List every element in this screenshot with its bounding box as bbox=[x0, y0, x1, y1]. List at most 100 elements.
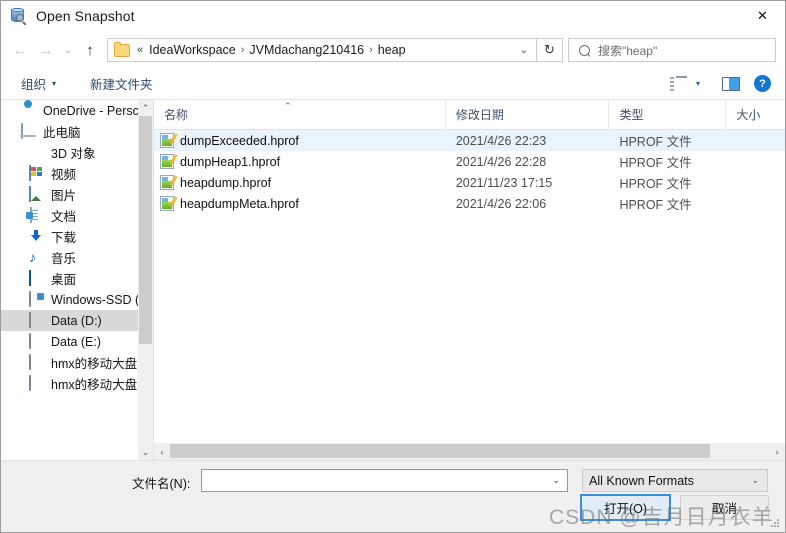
file-name-cell: heapdump.hprof bbox=[154, 172, 446, 193]
sidebar-item-label: 桌面 bbox=[51, 269, 76, 288]
system-drive-icon bbox=[29, 292, 45, 308]
sidebar-item[interactable]: ♪音乐 bbox=[1, 247, 153, 268]
sidebar-item[interactable]: Windows-SSD ( bbox=[1, 289, 153, 310]
file-type-cell: HPROF 文件 bbox=[609, 151, 726, 172]
up-button[interactable]: ↑ bbox=[77, 38, 103, 62]
sidebar-item-label: 3D 对象 bbox=[51, 143, 95, 162]
chevron-down-icon[interactable]: ⌄ bbox=[520, 45, 528, 56]
dialog-body: OneDrive - Persc此电脑 3D 对象视频图片文档下载♪音乐桌面Win… bbox=[1, 100, 785, 460]
file-list-area: 名称 ⌃ 修改日期 类型 大小 dumpExceeded.hprof2021/4… bbox=[153, 100, 785, 460]
drive-icon bbox=[29, 376, 45, 392]
music-icon: ♪ bbox=[29, 250, 45, 266]
sidebar-scrollbar[interactable]: ⌃ ⌄ bbox=[138, 100, 153, 460]
video-icon bbox=[29, 166, 45, 182]
chevron-right-icon: › bbox=[241, 44, 245, 56]
scroll-up-icon[interactable]: ⌃ bbox=[142, 100, 150, 116]
navigation-pane: OneDrive - Persc此电脑 3D 对象视频图片文档下载♪音乐桌面Win… bbox=[1, 100, 153, 460]
scrollbar-thumb[interactable] bbox=[170, 444, 710, 458]
breadcrumb-item-heap[interactable]: heap bbox=[378, 43, 406, 57]
column-header-date[interactable]: 修改日期 bbox=[446, 100, 610, 129]
column-header-name[interactable]: 名称 ⌃ bbox=[154, 100, 446, 129]
table-row[interactable]: dumpExceeded.hprof2021/4/26 22:23HPROF 文… bbox=[154, 130, 785, 151]
sidebar-item-label: 文档 bbox=[51, 206, 76, 225]
sidebar-item-label: 此电脑 bbox=[43, 122, 81, 141]
file-name-cell: heapdumpMeta.hprof bbox=[154, 193, 446, 214]
organize-label: 组织 bbox=[21, 74, 46, 93]
file-size-cell bbox=[726, 172, 785, 193]
picture-icon bbox=[29, 187, 45, 203]
chevron-down-icon: ⌄ bbox=[751, 475, 767, 486]
filename-input[interactable] bbox=[202, 469, 545, 492]
table-row[interactable]: dumpHeap1.hprof2021/4/26 22:28HPROF 文件 bbox=[154, 151, 785, 172]
sidebar-item[interactable]: 视频 bbox=[1, 163, 153, 184]
sidebar-item[interactable]: Data (E:) bbox=[1, 331, 153, 352]
sidebar-item[interactable]: OneDrive - Persc bbox=[1, 100, 153, 121]
search-input[interactable]: 搜索"heap" bbox=[598, 42, 657, 59]
file-rows: dumpExceeded.hprof2021/4/26 22:23HPROF 文… bbox=[154, 130, 785, 443]
column-header-type[interactable]: 类型 bbox=[609, 100, 726, 129]
sidebar-item[interactable]: 3D 对象 bbox=[1, 142, 153, 163]
back-button[interactable]: ← bbox=[7, 38, 33, 62]
sidebar-item[interactable]: hmx的移动大盘 (F bbox=[1, 373, 153, 394]
sidebar-item[interactable]: 下载 bbox=[1, 226, 153, 247]
file-format-select[interactable]: All Known Formats ⌄ bbox=[582, 469, 768, 492]
sidebar-item[interactable]: 图片 bbox=[1, 184, 153, 205]
desktop-icon bbox=[29, 271, 45, 287]
sidebar-item-label: 下载 bbox=[51, 227, 76, 246]
refresh-icon[interactable]: ↻ bbox=[537, 38, 563, 62]
toolbar-right-group: ▾ ? bbox=[670, 75, 777, 92]
sidebar-item[interactable]: 此电脑 bbox=[1, 121, 153, 142]
file-size-cell bbox=[726, 130, 785, 151]
chevron-down-icon: ▾ bbox=[52, 79, 56, 88]
file-type-cell: HPROF 文件 bbox=[609, 130, 726, 151]
resize-grip[interactable] bbox=[771, 519, 781, 529]
horizontal-scrollbar[interactable]: ‹ › bbox=[154, 443, 785, 460]
address-bar[interactable]: « IdeaWorkspace › JVMdachang210416 › hea… bbox=[107, 38, 537, 62]
sidebar-item[interactable]: 文档 bbox=[1, 205, 153, 226]
chevron-down-icon[interactable]: ⌄ bbox=[545, 475, 567, 486]
drive-icon bbox=[29, 355, 45, 371]
scroll-down-icon[interactable]: ⌄ bbox=[142, 444, 150, 460]
hprof-file-icon bbox=[160, 196, 174, 211]
help-icon[interactable]: ? bbox=[754, 75, 771, 92]
file-name-label: heapdump.hprof bbox=[180, 176, 271, 190]
cloud-icon bbox=[21, 103, 37, 119]
open-button[interactable]: 打开(O) bbox=[581, 495, 670, 520]
breadcrumb-item-jvmdachang[interactable]: JVMdachang210416 bbox=[249, 43, 364, 57]
recent-locations-button[interactable]: ⌄ bbox=[59, 38, 77, 62]
scroll-left-icon[interactable]: ‹ bbox=[154, 447, 170, 457]
sidebar-item-label: 图片 bbox=[51, 185, 76, 204]
organize-button[interactable]: 组织 ▾ bbox=[15, 71, 62, 96]
forward-button[interactable]: → bbox=[33, 38, 59, 62]
preview-pane-icon[interactable] bbox=[722, 77, 740, 91]
view-options-chevron-down-icon[interactable]: ▾ bbox=[692, 75, 708, 92]
breadcrumb-prefix: « bbox=[137, 44, 143, 56]
cancel-button[interactable]: 取消 bbox=[680, 495, 769, 520]
sidebar-item-label: Data (D:) bbox=[51, 314, 102, 328]
scrollbar-thumb[interactable] bbox=[139, 116, 152, 344]
sidebar-item[interactable]: Data (D:) bbox=[1, 310, 153, 331]
file-date-cell: 2021/11/23 17:15 bbox=[446, 172, 610, 193]
file-name-cell: dumpExceeded.hprof bbox=[154, 130, 446, 151]
close-icon[interactable]: ✕ bbox=[740, 1, 785, 30]
file-name-label: dumpExceeded.hprof bbox=[180, 134, 299, 148]
breadcrumb-item-ideaworkspace[interactable]: IdeaWorkspace bbox=[149, 43, 236, 57]
column-header-size[interactable]: 大小 bbox=[726, 100, 785, 129]
filename-combobox[interactable]: ⌄ bbox=[201, 469, 568, 492]
file-size-cell bbox=[726, 151, 785, 172]
filename-label: 文件名(N): bbox=[132, 473, 190, 492]
file-name-cell: dumpHeap1.hprof bbox=[154, 151, 446, 172]
sidebar-item[interactable]: 桌面 bbox=[1, 268, 153, 289]
view-layout-icon[interactable] bbox=[670, 76, 688, 91]
title-bar: Open Snapshot ✕ bbox=[1, 1, 785, 32]
file-date-cell: 2021/4/26 22:06 bbox=[446, 193, 610, 214]
scrollbar-track[interactable] bbox=[170, 443, 769, 460]
new-folder-button[interactable]: 新建文件夹 bbox=[84, 71, 159, 96]
search-box[interactable]: 搜索"heap" bbox=[568, 38, 776, 62]
file-type-cell: HPROF 文件 bbox=[609, 172, 726, 193]
scroll-right-icon[interactable]: › bbox=[769, 447, 785, 457]
table-row[interactable]: heapdumpMeta.hprof2021/4/26 22:06HPROF 文… bbox=[154, 193, 785, 214]
sidebar-item[interactable]: hmx的移动大盘 bbox=[1, 352, 153, 373]
window-title: Open Snapshot bbox=[36, 8, 135, 24]
table-row[interactable]: heapdump.hprof 2021/11/23 17:15HPROF 文件 bbox=[154, 172, 785, 193]
